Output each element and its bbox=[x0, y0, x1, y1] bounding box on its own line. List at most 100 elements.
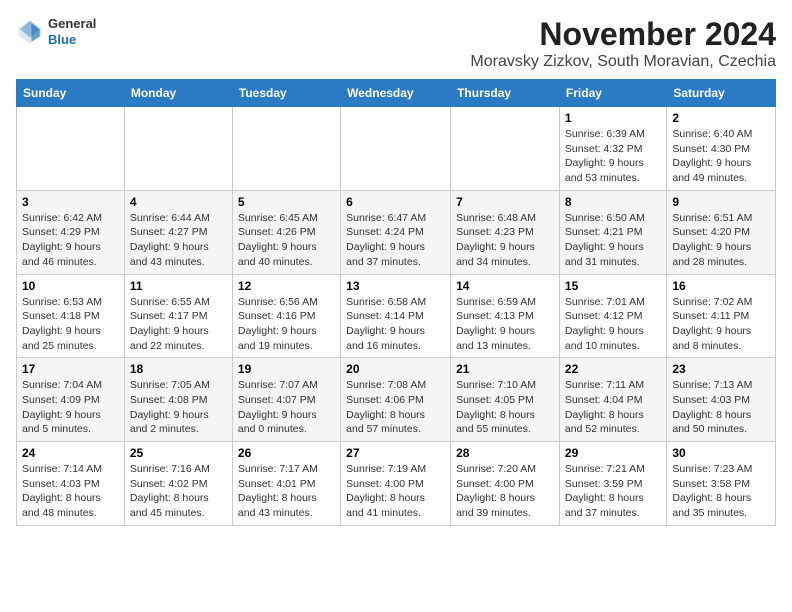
day-number: 14 bbox=[456, 279, 554, 293]
day-info: Sunrise: 6:58 AM Sunset: 4:14 PM Dayligh… bbox=[346, 295, 445, 354]
day-number: 8 bbox=[565, 195, 661, 209]
calendar-week-row: 3 Sunrise: 6:42 AM Sunset: 4:29 PM Daylig… bbox=[17, 190, 776, 274]
day-number: 10 bbox=[22, 279, 119, 293]
weekday-header-thursday: Thursday bbox=[451, 80, 560, 107]
title-block: November 2024 Moravsky Zizkov, South Mor… bbox=[470, 16, 776, 71]
day-number: 25 bbox=[130, 446, 227, 460]
calendar-cell bbox=[124, 107, 232, 191]
day-number: 3 bbox=[22, 195, 119, 209]
day-info: Sunrise: 7:14 AM Sunset: 4:03 PM Dayligh… bbox=[22, 462, 119, 521]
day-number: 13 bbox=[346, 279, 445, 293]
day-number: 17 bbox=[22, 362, 119, 376]
calendar-cell: 9 Sunrise: 6:51 AM Sunset: 4:20 PM Daylig… bbox=[667, 190, 776, 274]
calendar-cell bbox=[451, 107, 560, 191]
calendar-cell: 24 Sunrise: 7:14 AM Sunset: 4:03 PM Dayli… bbox=[17, 442, 125, 526]
day-info: Sunrise: 7:10 AM Sunset: 4:05 PM Dayligh… bbox=[456, 378, 554, 437]
day-info: Sunrise: 6:45 AM Sunset: 4:26 PM Dayligh… bbox=[238, 211, 335, 270]
calendar-cell: 11 Sunrise: 6:55 AM Sunset: 4:17 PM Dayli… bbox=[124, 274, 232, 358]
day-number: 29 bbox=[565, 446, 661, 460]
day-number: 11 bbox=[130, 279, 227, 293]
day-info: Sunrise: 6:40 AM Sunset: 4:30 PM Dayligh… bbox=[672, 127, 770, 186]
day-info: Sunrise: 7:08 AM Sunset: 4:06 PM Dayligh… bbox=[346, 378, 445, 437]
day-number: 2 bbox=[672, 111, 770, 125]
day-info: Sunrise: 7:01 AM Sunset: 4:12 PM Dayligh… bbox=[565, 295, 661, 354]
calendar-cell: 5 Sunrise: 6:45 AM Sunset: 4:26 PM Daylig… bbox=[232, 190, 340, 274]
day-info: Sunrise: 6:48 AM Sunset: 4:23 PM Dayligh… bbox=[456, 211, 554, 270]
day-number: 6 bbox=[346, 195, 445, 209]
day-info: Sunrise: 6:55 AM Sunset: 4:17 PM Dayligh… bbox=[130, 295, 227, 354]
weekday-header-monday: Monday bbox=[124, 80, 232, 107]
day-info: Sunrise: 7:13 AM Sunset: 4:03 PM Dayligh… bbox=[672, 378, 770, 437]
day-info: Sunrise: 6:51 AM Sunset: 4:20 PM Dayligh… bbox=[672, 211, 770, 270]
calendar-cell bbox=[232, 107, 340, 191]
day-number: 9 bbox=[672, 195, 770, 209]
day-info: Sunrise: 7:20 AM Sunset: 4:00 PM Dayligh… bbox=[456, 462, 554, 521]
day-info: Sunrise: 6:59 AM Sunset: 4:13 PM Dayligh… bbox=[456, 295, 554, 354]
logo-general: General bbox=[48, 16, 96, 32]
calendar-cell: 8 Sunrise: 6:50 AM Sunset: 4:21 PM Daylig… bbox=[559, 190, 666, 274]
day-info: Sunrise: 7:19 AM Sunset: 4:00 PM Dayligh… bbox=[346, 462, 445, 521]
day-number: 12 bbox=[238, 279, 335, 293]
day-info: Sunrise: 6:47 AM Sunset: 4:24 PM Dayligh… bbox=[346, 211, 445, 270]
calendar-table: SundayMondayTuesdayWednesdayThursdayFrid… bbox=[16, 79, 776, 526]
day-number: 4 bbox=[130, 195, 227, 209]
day-info: Sunrise: 6:42 AM Sunset: 4:29 PM Dayligh… bbox=[22, 211, 119, 270]
calendar-cell: 28 Sunrise: 7:20 AM Sunset: 4:00 PM Dayli… bbox=[451, 442, 560, 526]
day-info: Sunrise: 6:56 AM Sunset: 4:16 PM Dayligh… bbox=[238, 295, 335, 354]
day-info: Sunrise: 7:17 AM Sunset: 4:01 PM Dayligh… bbox=[238, 462, 335, 521]
calendar-cell: 6 Sunrise: 6:47 AM Sunset: 4:24 PM Daylig… bbox=[341, 190, 451, 274]
calendar-cell: 30 Sunrise: 7:23 AM Sunset: 3:58 PM Dayli… bbox=[667, 442, 776, 526]
calendar-cell: 18Sunrise: 7:05 AM Sunset: 4:08 PM Dayli… bbox=[124, 358, 232, 442]
calendar-cell: 2 Sunrise: 6:40 AM Sunset: 4:30 PM Daylig… bbox=[667, 107, 776, 191]
weekday-header-wednesday: Wednesday bbox=[341, 80, 451, 107]
day-info: Sunrise: 7:04 AM Sunset: 4:09 PM Dayligh… bbox=[22, 378, 119, 437]
header: General Blue November 2024 Moravsky Zizk… bbox=[16, 16, 776, 71]
day-info: Sunrise: 7:11 AM Sunset: 4:04 PM Dayligh… bbox=[565, 378, 661, 437]
calendar-cell: 17 Sunrise: 7:04 AM Sunset: 4:09 PM Dayli… bbox=[17, 358, 125, 442]
day-number: 24 bbox=[22, 446, 119, 460]
logo: General Blue bbox=[16, 16, 96, 47]
day-info: Sunrise: 7:16 AM Sunset: 4:02 PM Dayligh… bbox=[130, 462, 227, 521]
weekday-header-friday: Friday bbox=[559, 80, 666, 107]
calendar-week-row: 24 Sunrise: 7:14 AM Sunset: 4:03 PM Dayli… bbox=[17, 442, 776, 526]
calendar-cell bbox=[341, 107, 451, 191]
day-number: 20 bbox=[346, 362, 445, 376]
calendar-cell: 12 Sunrise: 6:56 AM Sunset: 4:16 PM Dayli… bbox=[232, 274, 340, 358]
day-number: 16 bbox=[672, 279, 770, 293]
day-number: 23 bbox=[672, 362, 770, 376]
calendar-week-row: 17 Sunrise: 7:04 AM Sunset: 4:09 PM Dayli… bbox=[17, 358, 776, 442]
day-number: 28 bbox=[456, 446, 554, 460]
calendar-cell: 22 Sunrise: 7:11 AM Sunset: 4:04 PM Dayli… bbox=[559, 358, 666, 442]
day-number: 21 bbox=[456, 362, 554, 376]
calendar-cell: 23 Sunrise: 7:13 AM Sunset: 4:03 PM Dayli… bbox=[667, 358, 776, 442]
weekday-header-saturday: Saturday bbox=[667, 80, 776, 107]
weekday-header-row: SundayMondayTuesdayWednesdayThursdayFrid… bbox=[17, 80, 776, 107]
day-number: 22 bbox=[565, 362, 661, 376]
day-number: 27 bbox=[346, 446, 445, 460]
day-number: 18 bbox=[130, 362, 227, 376]
day-info: Sunrise: 7:07 AM Sunset: 4:07 PM Dayligh… bbox=[238, 378, 335, 437]
logo-blue: Blue bbox=[48, 32, 96, 48]
calendar-cell: 13 Sunrise: 6:58 AM Sunset: 4:14 PM Dayli… bbox=[341, 274, 451, 358]
calendar-cell: 3 Sunrise: 6:42 AM Sunset: 4:29 PM Daylig… bbox=[17, 190, 125, 274]
weekday-header-tuesday: Tuesday bbox=[232, 80, 340, 107]
calendar-cell: 26 Sunrise: 7:17 AM Sunset: 4:01 PM Dayli… bbox=[232, 442, 340, 526]
day-info: Sunrise: 6:44 AM Sunset: 4:27 PM Dayligh… bbox=[130, 211, 227, 270]
calendar-cell: 21 Sunrise: 7:10 AM Sunset: 4:05 PM Dayli… bbox=[451, 358, 560, 442]
day-number: 7 bbox=[456, 195, 554, 209]
calendar-cell: 29Sunrise: 7:21 AM Sunset: 3:59 PM Dayli… bbox=[559, 442, 666, 526]
day-info: Sunrise: 7:23 AM Sunset: 3:58 PM Dayligh… bbox=[672, 462, 770, 521]
day-number: 1 bbox=[565, 111, 661, 125]
day-number: 15 bbox=[565, 279, 661, 293]
location-subtitle: Moravsky Zizkov, South Moravian, Czechia bbox=[470, 53, 776, 71]
day-info: Sunrise: 7:02 AM Sunset: 4:11 PM Dayligh… bbox=[672, 295, 770, 354]
calendar-week-row: 1 Sunrise: 6:39 AM Sunset: 4:32 PM Daylig… bbox=[17, 107, 776, 191]
day-number: 5 bbox=[238, 195, 335, 209]
calendar-cell: 10Sunrise: 6:53 AM Sunset: 4:18 PM Dayli… bbox=[17, 274, 125, 358]
day-info: Sunrise: 6:50 AM Sunset: 4:21 PM Dayligh… bbox=[565, 211, 661, 270]
day-number: 30 bbox=[672, 446, 770, 460]
calendar-cell: 7 Sunrise: 6:48 AM Sunset: 4:23 PM Daylig… bbox=[451, 190, 560, 274]
day-number: 26 bbox=[238, 446, 335, 460]
day-info: Sunrise: 6:39 AM Sunset: 4:32 PM Dayligh… bbox=[565, 127, 661, 186]
logo-icon bbox=[16, 18, 44, 46]
